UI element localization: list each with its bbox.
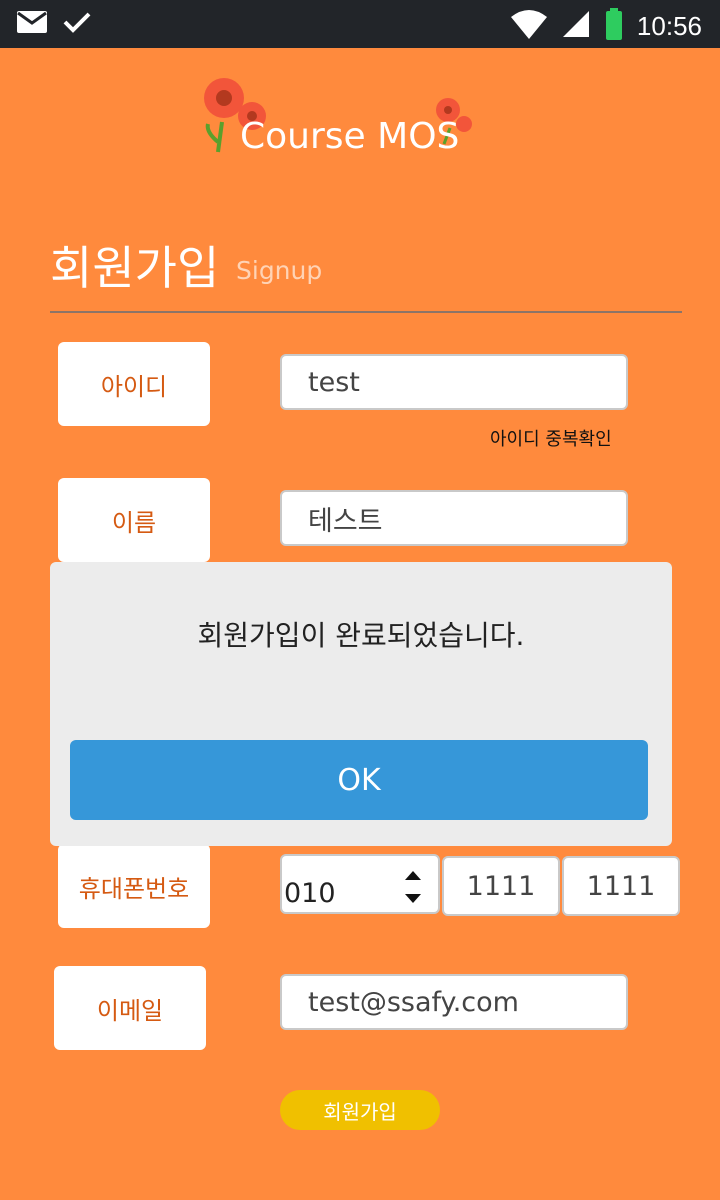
phone-last-input[interactable]: 1111 bbox=[562, 856, 680, 916]
phone-prefix-value: 010 bbox=[284, 878, 336, 909]
id-duplicate-check-link[interactable]: 아이디 중복확인 bbox=[490, 425, 612, 451]
alert-dialog: 회원가입이 완료되었습니다. OK bbox=[50, 562, 672, 846]
divider bbox=[50, 311, 682, 313]
phone-middle-input[interactable]: 1111 bbox=[442, 856, 560, 916]
phone-prefix-select[interactable]: 010 bbox=[280, 854, 440, 914]
logo-text: Course MOS bbox=[240, 116, 460, 157]
battery-icon bbox=[605, 8, 623, 44]
id-label: 아이디 bbox=[58, 342, 210, 426]
page-title: 회원가입 bbox=[50, 241, 220, 295]
ok-button[interactable]: OK bbox=[70, 740, 648, 820]
clock: 10:56 bbox=[636, 10, 702, 41]
dialog-message: 회원가입이 완료되었습니다. bbox=[197, 619, 525, 652]
app-logo: Course MOS bbox=[200, 72, 490, 162]
status-bar: 10:56 bbox=[0, 0, 720, 48]
page-subtitle: Signup bbox=[236, 256, 323, 285]
phone-label: 휴대폰번호 bbox=[58, 844, 210, 928]
id-input[interactable]: test bbox=[280, 354, 628, 410]
name-input[interactable]: 테스트 bbox=[280, 490, 628, 546]
name-label: 이름 bbox=[58, 478, 210, 562]
spinner-arrows-icon[interactable] bbox=[404, 868, 422, 908]
email-input[interactable]: test@ssafy.com bbox=[280, 974, 628, 1030]
mail-icon bbox=[16, 10, 48, 38]
wifi-icon bbox=[510, 9, 547, 43]
checkmark-icon bbox=[62, 10, 92, 38]
email-label: 이메일 bbox=[54, 966, 206, 1050]
signup-button[interactable]: 회원가입 bbox=[280, 1090, 440, 1130]
cell-signal-icon bbox=[561, 9, 591, 43]
